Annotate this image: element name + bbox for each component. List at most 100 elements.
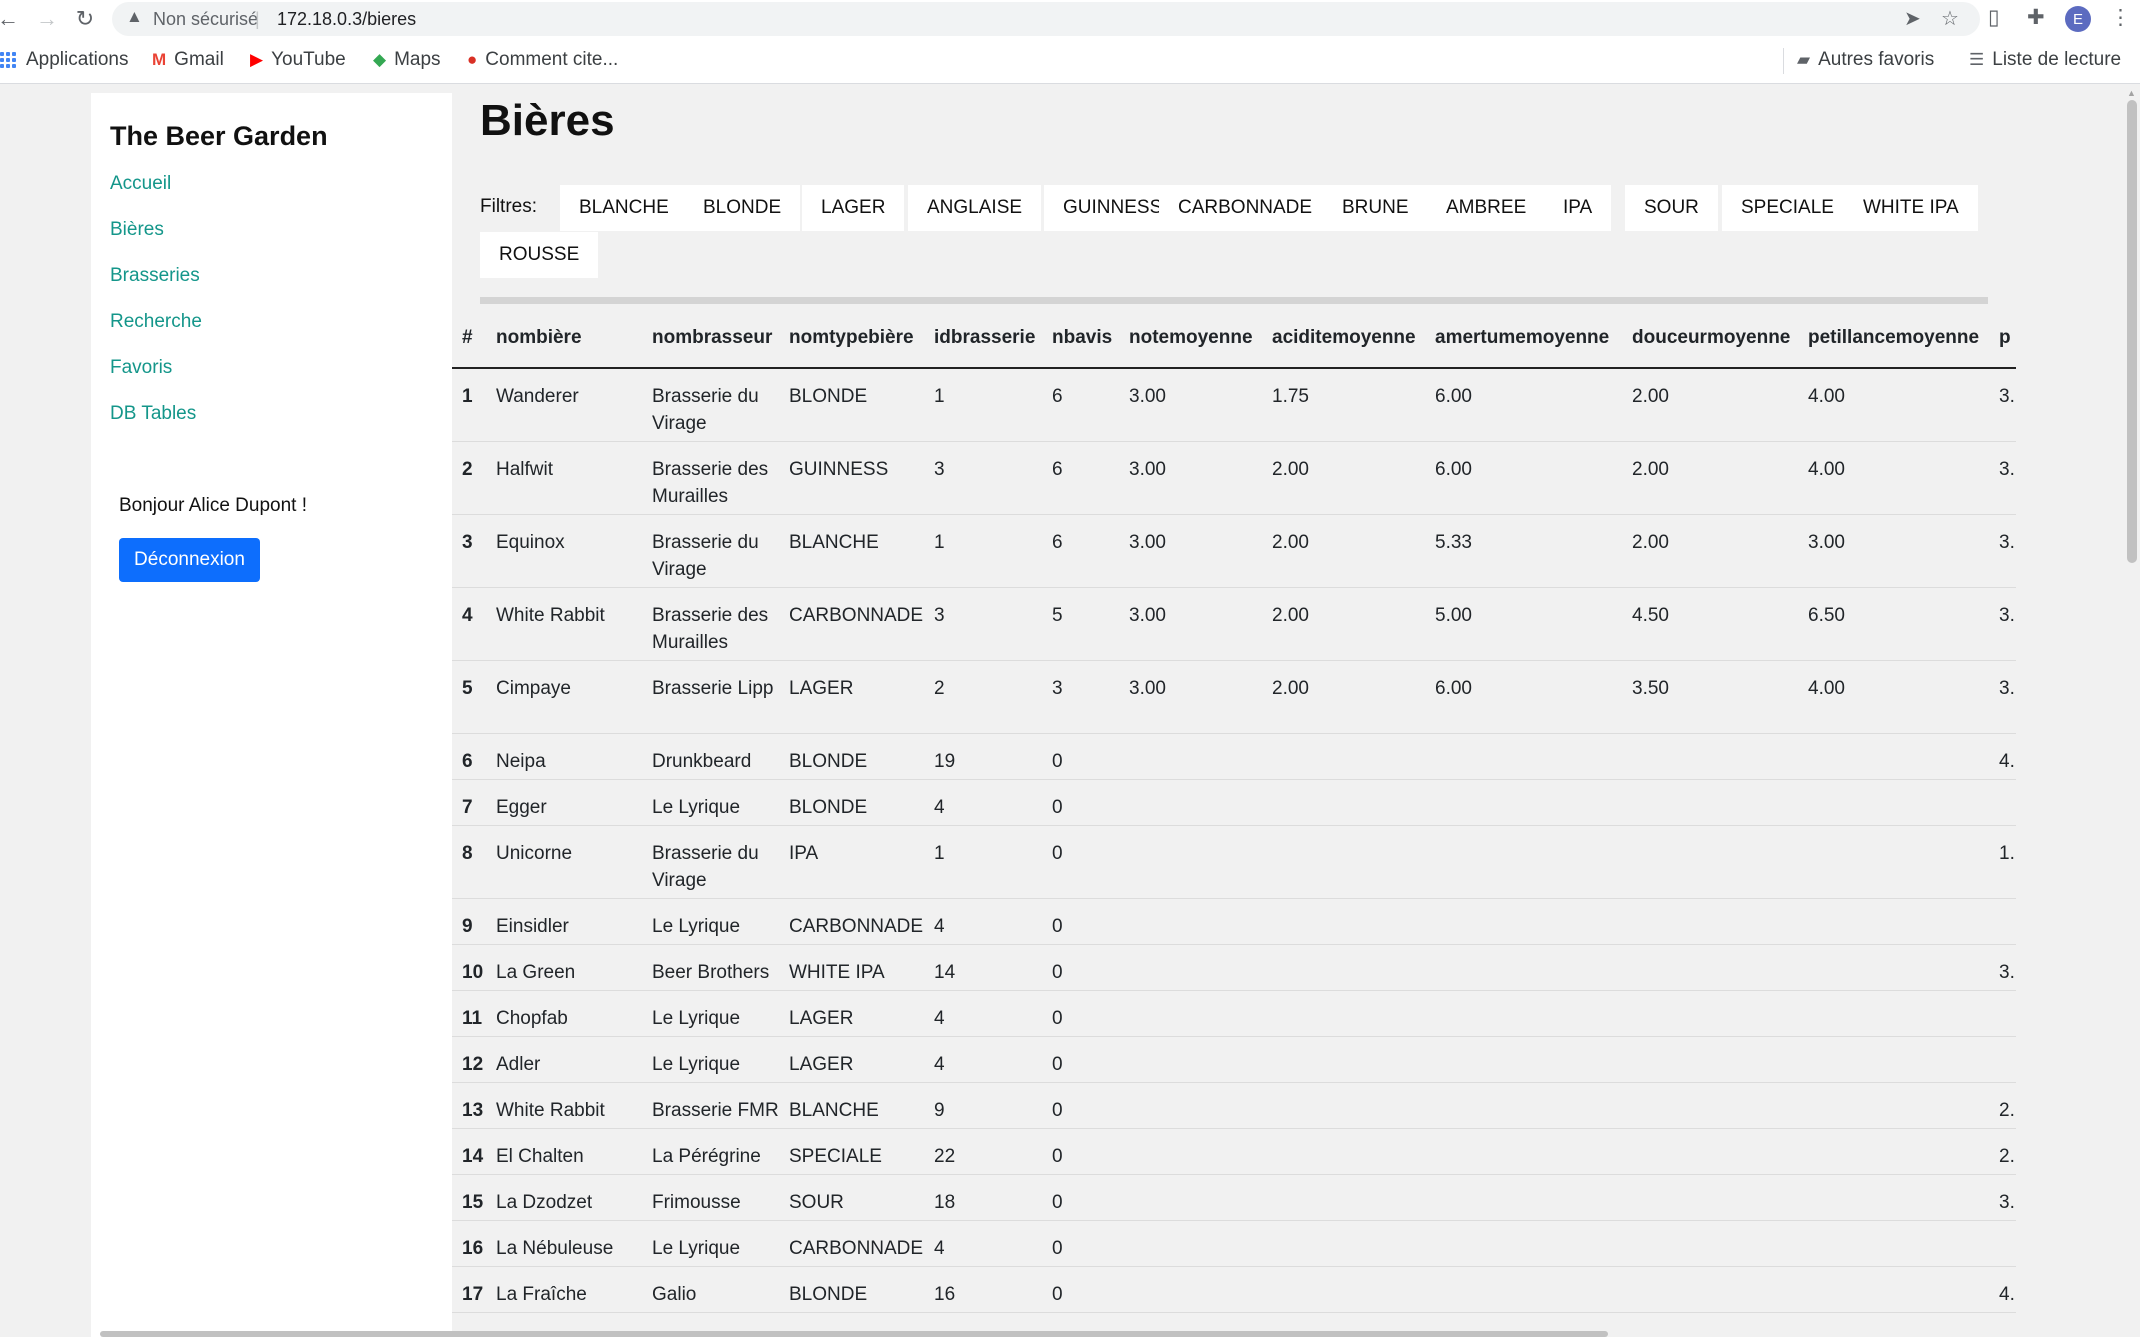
column-header: nomtypebière bbox=[779, 308, 924, 369]
average-rating-cell bbox=[1119, 825, 1262, 899]
average-bitterness-cell bbox=[1425, 944, 1622, 991]
reader-mode-icon[interactable]: ▯ bbox=[1988, 5, 2000, 30]
bookmark-apps[interactable]: Applications bbox=[0, 49, 128, 71]
sidebar: The Beer Garden Accueil Bières Brasserie… bbox=[91, 93, 452, 1337]
average-bitterness-cell bbox=[1425, 1128, 1622, 1175]
nav-link-recherche[interactable]: Recherche bbox=[110, 311, 202, 357]
row-index-cell: 12 bbox=[452, 1036, 486, 1083]
average-bitterness-cell bbox=[1425, 1266, 1622, 1313]
filter-lager[interactable]: LAGER bbox=[802, 185, 905, 231]
comment-site-icon: ● bbox=[467, 50, 478, 69]
average-sweetness-cell: 2.00 bbox=[1622, 514, 1798, 588]
beer-type-cell: CARBONNADE bbox=[779, 898, 924, 945]
filter-blonde[interactable]: BLONDE bbox=[684, 185, 801, 231]
table-header-row: # nombière nombrasseur nomtypebière idbr… bbox=[452, 308, 2016, 369]
average-rating-cell bbox=[1119, 1128, 1262, 1175]
filter-rousse[interactable]: ROUSSE bbox=[480, 232, 599, 278]
page-title: Bières bbox=[480, 96, 615, 145]
review-count-cell: 6 bbox=[1042, 441, 1119, 515]
average-acidity-cell bbox=[1262, 1128, 1425, 1175]
brewery-id-cell: 4 bbox=[924, 1036, 1042, 1083]
average-rating-cell bbox=[1119, 1082, 1262, 1129]
brewery-id-cell: 1 bbox=[924, 825, 1042, 899]
row-index-cell: 8 bbox=[452, 825, 486, 899]
column-p-cell: 1. bbox=[1989, 825, 2016, 899]
table-row: 15 La Dzodzet Frimousse SOUR 18 0 3. bbox=[452, 1174, 2016, 1221]
brewery-id-cell: 4 bbox=[924, 898, 1042, 945]
nav-link-bieres[interactable]: Bières bbox=[110, 219, 202, 265]
average-bitterness-cell bbox=[1425, 779, 1622, 826]
back-arrow-icon[interactable]: ← bbox=[0, 3, 24, 35]
user-greeting: Bonjour Alice Dupont ! bbox=[119, 495, 308, 516]
beer-name-cell: White Rabbit bbox=[486, 1082, 642, 1129]
bookmark-label: Maps bbox=[394, 49, 441, 70]
average-sweetness-cell bbox=[1622, 825, 1798, 899]
column-p-cell: 3. bbox=[1989, 660, 2016, 734]
average-sparkle-cell: 4.00 bbox=[1798, 441, 1989, 515]
scroll-up-arrow-icon[interactable]: ▲ bbox=[2127, 88, 2136, 98]
review-count-cell: 0 bbox=[1042, 779, 1119, 826]
brewery-id-cell: 4 bbox=[924, 990, 1042, 1037]
filter-carbonnade[interactable]: CARBONNADE bbox=[1159, 185, 1332, 231]
beer-type-cell: BLANCHE bbox=[779, 1082, 924, 1129]
bookmark-reading-list[interactable]: ☰ Liste de lecture bbox=[1969, 49, 2121, 71]
column-p-cell: 3. bbox=[1989, 441, 2016, 515]
bookmark-youtube[interactable]: ▶ YouTube bbox=[250, 49, 346, 71]
review-count-cell: 3 bbox=[1042, 660, 1119, 734]
beer-name-cell: La Fraîche bbox=[486, 1266, 642, 1313]
more-menu-icon[interactable]: ⋮ bbox=[2110, 5, 2131, 30]
brewery-id-cell: 1 bbox=[924, 368, 1042, 442]
profile-avatar[interactable]: E bbox=[2065, 6, 2091, 32]
forward-arrow-icon[interactable]: → bbox=[31, 3, 63, 35]
average-sparkle-cell bbox=[1798, 944, 1989, 991]
average-sweetness-cell bbox=[1622, 990, 1798, 1037]
brewery-id-cell: 3 bbox=[924, 441, 1042, 515]
filter-ambree[interactable]: AMBREE bbox=[1427, 185, 1546, 231]
beer-name-cell: Wanderer bbox=[486, 368, 642, 442]
logout-button[interactable]: Déconnexion bbox=[119, 538, 260, 582]
filter-anglaise[interactable]: ANGLAISE bbox=[908, 185, 1042, 231]
column-p-cell: 3. bbox=[1989, 587, 2016, 661]
table-row: 12 Adler Le Lyrique LAGER 4 0 bbox=[452, 1036, 2016, 1083]
reload-icon[interactable]: ↻ bbox=[69, 3, 101, 35]
table-row: 8 Unicorne Brasserie du Virage IPA 1 0 1. bbox=[452, 825, 2016, 899]
extensions-icon[interactable]: ✚ bbox=[2027, 5, 2045, 30]
bookmark-gmail[interactable]: M Gmail bbox=[152, 49, 224, 71]
vertical-scrollbar-thumb[interactable] bbox=[2127, 100, 2137, 563]
row-index-cell: 15 bbox=[452, 1174, 486, 1221]
row-index-cell: 6 bbox=[452, 733, 486, 780]
security-status[interactable]: Non sécurisé bbox=[153, 9, 258, 30]
column-p-cell bbox=[1989, 990, 2016, 1037]
bookmark-other-favorites[interactable]: ▰ Autres favoris bbox=[1797, 49, 1934, 71]
beer-type-cell: LAGER bbox=[779, 660, 924, 734]
url-text[interactable]: 172.18.0.3/bieres bbox=[277, 9, 416, 30]
review-count-cell: 0 bbox=[1042, 1082, 1119, 1129]
filter-white-ipa[interactable]: WHITE IPA bbox=[1844, 185, 1978, 231]
brewer-name-cell: Galio bbox=[642, 1266, 779, 1313]
average-sparkle-cell bbox=[1798, 733, 1989, 780]
address-bar[interactable]: ▲ Non sécurisé | 172.18.0.3/bieres ➤ ☆ bbox=[112, 2, 1980, 36]
average-acidity-cell bbox=[1262, 944, 1425, 991]
bookmark-maps[interactable]: ◆ Maps bbox=[373, 49, 441, 71]
send-icon[interactable]: ➤ bbox=[1904, 6, 1921, 31]
nav-link-accueil[interactable]: Accueil bbox=[110, 173, 202, 219]
nav-link-brasseries[interactable]: Brasseries bbox=[110, 265, 202, 311]
horizontal-scrollbar-thumb[interactable] bbox=[100, 1331, 1608, 1337]
filter-blanche[interactable]: BLANCHE bbox=[560, 185, 688, 231]
star-icon[interactable]: ☆ bbox=[1941, 6, 1959, 31]
column-p-cell: 4. bbox=[1989, 733, 2016, 780]
beer-name-cell: Adler bbox=[486, 1036, 642, 1083]
beer-type-cell: SPECIALE bbox=[779, 1128, 924, 1175]
nav-link-db-tables[interactable]: DB Tables bbox=[110, 403, 202, 449]
table-row: 16 La Nébuleuse Le Lyrique CARBONNADE 4 0 bbox=[452, 1220, 2016, 1267]
nav-link-favoris[interactable]: Favoris bbox=[110, 357, 202, 403]
average-acidity-cell: 2.00 bbox=[1262, 587, 1425, 661]
average-rating-cell: 3.00 bbox=[1119, 587, 1262, 661]
warning-icon[interactable]: ▲ bbox=[126, 7, 143, 27]
filter-sour[interactable]: SOUR bbox=[1625, 185, 1718, 231]
average-sparkle-cell bbox=[1798, 1082, 1989, 1129]
filter-ipa[interactable]: IPA bbox=[1544, 185, 1612, 231]
bookmark-comment[interactable]: ● Comment cite... bbox=[467, 49, 618, 71]
filter-speciale[interactable]: SPECIALE bbox=[1722, 185, 1853, 231]
filter-brune[interactable]: BRUNE bbox=[1323, 185, 1428, 231]
